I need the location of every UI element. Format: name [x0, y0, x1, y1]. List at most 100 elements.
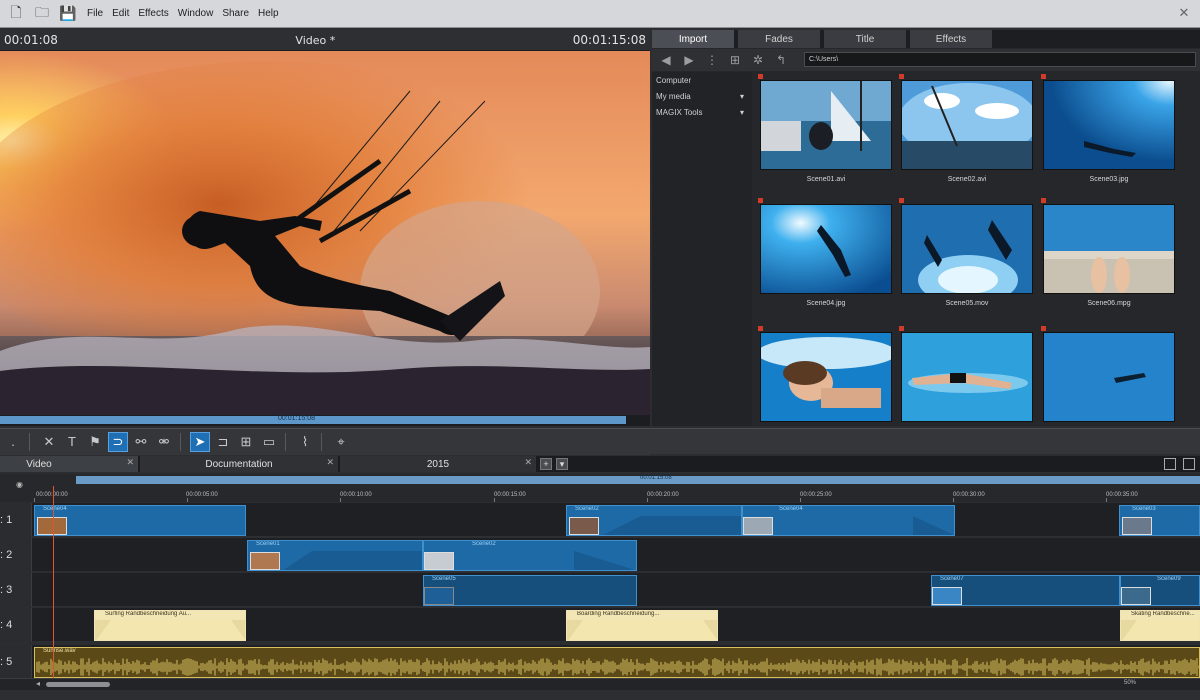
forward-icon[interactable]: ▶: [680, 51, 698, 69]
media-item[interactable]: [899, 324, 1033, 426]
fade-curve: [1122, 620, 1199, 640]
delete-icon[interactable]: ✕: [39, 432, 59, 452]
grid-icon[interactable]: [1183, 458, 1195, 470]
media-item[interactable]: Scene03.jpg: [1041, 72, 1175, 194]
sidebar-item-computer[interactable]: Computer: [652, 72, 752, 88]
clip[interactable]: Scene09: [1120, 575, 1200, 606]
back-icon[interactable]: ◀: [657, 51, 675, 69]
media-item[interactable]: Scene05.mov: [899, 196, 1033, 318]
add-tab-icon[interactable]: +: [540, 458, 552, 470]
track-header[interactable]: : 1: [0, 503, 32, 537]
title-clip[interactable]: Boarding Randbeschneidung...: [566, 610, 718, 641]
tab-documentation[interactable]: Documentation ✕: [140, 456, 338, 472]
zoom-to-fit-icon[interactable]: ⌖: [331, 432, 351, 452]
path-field[interactable]: C:\Users\: [804, 52, 1196, 67]
eye-icon[interactable]: ◉: [16, 480, 23, 489]
track-header[interactable]: : 4: [0, 608, 32, 642]
clip[interactable]: Scene02: [566, 505, 742, 536]
sidebar-item-magix-tools[interactable]: MAGIX Tools ▾: [652, 104, 752, 120]
close-icon[interactable]: ✕: [126, 457, 134, 468]
sidebar-item-my-media[interactable]: My media ▾: [652, 88, 752, 104]
track-header[interactable]: : 2: [0, 538, 32, 572]
clip-label: Sunrise.wav: [43, 648, 76, 654]
media-pool-sidebar: Computer My media ▾ MAGIX Tools ▾: [652, 72, 752, 426]
clip[interactable]: Scene04: [34, 505, 246, 536]
media-item[interactable]: Scene02.avi: [899, 72, 1033, 194]
pointer-icon[interactable]: ➤: [190, 431, 210, 452]
clip[interactable]: Scene01: [247, 540, 423, 571]
media-item[interactable]: [758, 324, 892, 426]
tab-fades[interactable]: Fades: [738, 30, 820, 48]
menu-share[interactable]: Share: [222, 8, 249, 19]
menu-effects[interactable]: Effects: [138, 8, 168, 19]
media-item[interactable]: Scene06.mpg: [1041, 196, 1175, 318]
clip[interactable]: Scene04: [742, 505, 955, 536]
menu-help[interactable]: Help: [258, 8, 279, 19]
video-track-3: : 3 Scene05 Scene07 Scene09: [0, 573, 1200, 607]
track-header[interactable]: : 5: [0, 645, 32, 679]
tab-video[interactable]: Video ✕: [0, 456, 138, 472]
tab-menu-icon[interactable]: ▾: [556, 458, 568, 470]
save-icon[interactable]: 💾: [58, 4, 78, 24]
marker-icon: [1041, 198, 1046, 203]
close-icon[interactable]: ✕: [326, 457, 334, 468]
divider: [321, 432, 322, 451]
open-folder-icon[interactable]: 🗀: [32, 4, 52, 24]
playhead[interactable]: [53, 486, 54, 686]
clip[interactable]: Scene05: [423, 575, 637, 606]
scrollbar-thumb[interactable]: [46, 682, 110, 687]
audio-clip[interactable]: Sunrise.wav: [34, 647, 1200, 678]
loop-range-bar[interactable]: [76, 476, 1200, 484]
binoculars-icon[interactable]: ⊞: [726, 51, 744, 69]
menubar: 🗋 🗀 💾 File Edit Effects Window Share Hel…: [0, 0, 1200, 28]
media-item[interactable]: Scene01.avi: [758, 72, 892, 194]
marker-flag-icon[interactable]: ⚑: [85, 432, 105, 452]
media-item[interactable]: Scene04.jpg: [758, 196, 892, 318]
video-frame[interactable]: [0, 51, 650, 415]
trim-icon[interactable]: ⊐: [213, 432, 233, 452]
clip[interactable]: Scene03: [1119, 505, 1200, 536]
marker-icon: [758, 74, 763, 79]
range-icon[interactable]: ▭: [259, 432, 279, 452]
close-icon[interactable]: ✕: [524, 457, 532, 468]
title-clip[interactable]: Surfing Randbeschneidung Au...: [94, 610, 246, 641]
menu-edit[interactable]: Edit: [112, 8, 129, 19]
tab-effects[interactable]: Effects: [910, 30, 992, 48]
horizontal-scrollbar[interactable]: ◂ 50%: [0, 678, 1200, 690]
menu-file[interactable]: File: [87, 8, 103, 19]
divider: [180, 432, 181, 451]
title-clip[interactable]: Skating Randbeschne...: [1120, 610, 1200, 641]
up-folder-icon[interactable]: ↰: [772, 51, 790, 69]
timeline-ruler[interactable]: ◉ 00:01:15:08 00:00:00:00 00:00:05:00 00…: [0, 474, 1200, 502]
more-icon[interactable]: .: [3, 432, 23, 452]
tab-label: Video: [26, 458, 52, 470]
media-item-label: Scene04.jpg: [806, 300, 846, 307]
ripple-icon[interactable]: ⊃: [108, 431, 128, 452]
settings-icon[interactable]: ✲: [749, 51, 767, 69]
track-header[interactable]: : 3: [0, 573, 32, 607]
tab-import[interactable]: Import: [652, 30, 734, 48]
preview-scrubber[interactable]: 00:01:15:08: [0, 415, 650, 426]
new-file-icon[interactable]: 🗋: [6, 4, 26, 24]
menu-window[interactable]: Window: [178, 8, 214, 19]
tab-title[interactable]: Title: [824, 30, 906, 48]
close-window-icon[interactable]: ✕: [1176, 5, 1192, 21]
fade-curve: [568, 620, 717, 640]
clip[interactable]: Scene07: [931, 575, 1120, 606]
unlink-icon[interactable]: ⚮: [154, 432, 174, 452]
total-time: 00:01:15:08: [572, 33, 646, 47]
multi-select-icon[interactable]: ⊞: [236, 432, 256, 452]
scroll-left-icon[interactable]: ◂: [36, 679, 40, 688]
tab-2015[interactable]: 2015 ✕: [340, 456, 536, 472]
media-pool-toolbar: ◀ ▶ ⋮ ⊞ ✲ ↰ C:\Users\: [652, 49, 1200, 71]
clip[interactable]: Scene02: [423, 540, 637, 571]
media-item[interactable]: [1041, 324, 1175, 426]
tree-view-icon[interactable]: ⋮: [703, 51, 721, 69]
media-item-label: Scene03.jpg: [1089, 176, 1129, 183]
thumbnail-pool: [901, 332, 1033, 422]
clip-label: Scene07: [940, 576, 964, 582]
title-icon[interactable]: T: [62, 432, 82, 452]
link-icon[interactable]: ⚯: [131, 432, 151, 452]
window-icon[interactable]: [1164, 458, 1176, 470]
paperclip-icon[interactable]: ⌇: [295, 432, 315, 452]
